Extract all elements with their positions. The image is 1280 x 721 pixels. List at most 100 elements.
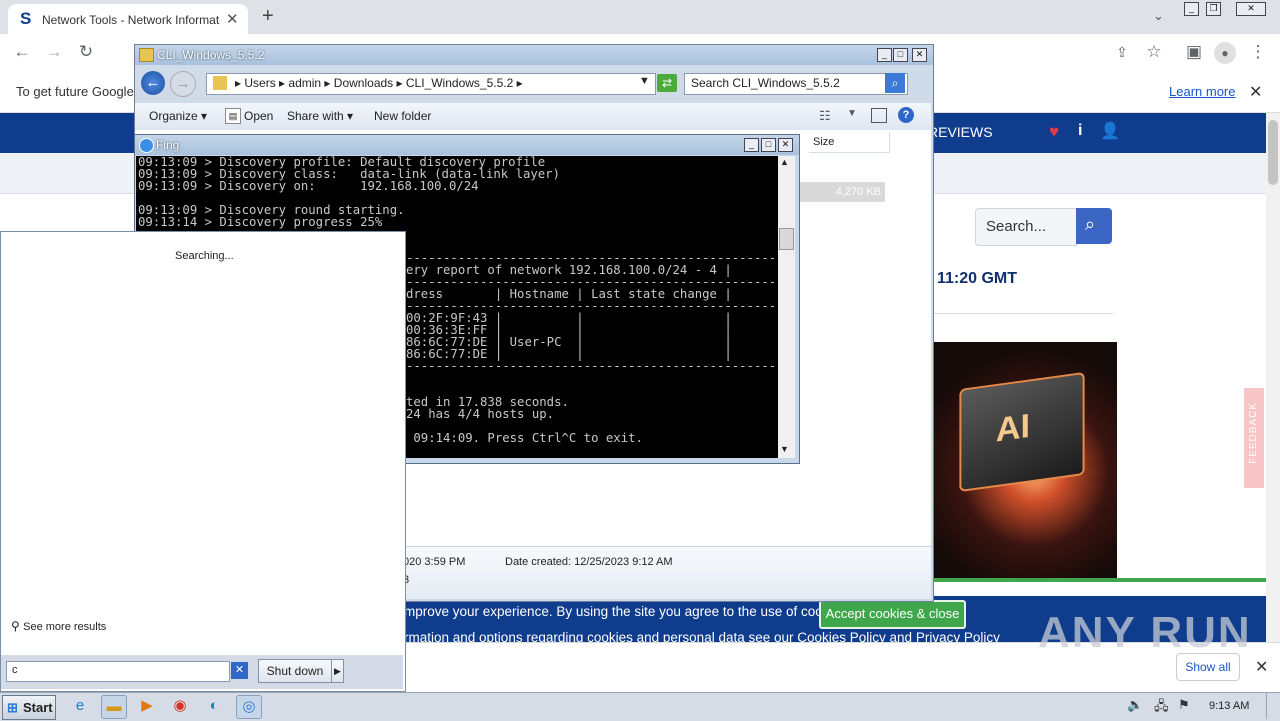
shutdown-options-icon[interactable]: ▶ [331, 659, 344, 683]
windows-logo-icon: ⊞ [7, 700, 18, 715]
see-more-results-link[interactable]: ⚲ See more results [11, 619, 106, 633]
explorer-close-icon[interactable]: ✕ [912, 48, 927, 62]
file-row-selected[interactable]: 4,270 KB [799, 182, 885, 202]
fing-app-icon [139, 138, 154, 153]
bookmark-star-icon[interactable]: ☆ [1140, 38, 1168, 66]
help-icon[interactable]: ? [898, 107, 914, 123]
breadcrumb-users[interactable]: Users [244, 76, 275, 90]
forward-icon[interactable]: → [40, 38, 68, 66]
profile-avatar-icon[interactable]: ● [1214, 42, 1236, 64]
open-icon: ▤ [225, 108, 241, 124]
edge-icon[interactable]: ◐ [202, 695, 226, 717]
address-dropdown-icon[interactable]: ▼ [639, 75, 650, 87]
browser-tab[interactable]: S Network Tools - Network Information ✕ [8, 4, 248, 34]
show-desktop-button[interactable] [1266, 693, 1279, 719]
explorer-search-icon[interactable]: ⌕ [885, 73, 905, 93]
explorer-address-bar[interactable]: ▸ Users ▸ admin ▸ Downloads ▸ CLI_Window… [206, 73, 656, 95]
view-dropdown-icon[interactable]: ▼ [847, 108, 857, 119]
fing-taskbar-icon[interactable]: ◎ [236, 695, 262, 719]
tab-search-chevron-icon[interactable]: ⌄ [1153, 8, 1164, 24]
preview-pane-icon[interactable] [871, 108, 887, 123]
action-center-flag-icon[interactable]: ⚑ [1178, 697, 1190, 713]
time-heading: 11:20 GMT [937, 270, 1018, 287]
explorer-command-bar: Organize ▾ ▤ Open Share with ▾ New folde… [135, 103, 931, 131]
explorer-maximize-icon[interactable]: □ [893, 48, 908, 62]
taskbar-clock[interactable]: 9:13 AM [1209, 700, 1249, 712]
site-search-button[interactable]: ⌕ [1076, 208, 1112, 244]
back-icon[interactable]: ← [8, 38, 36, 66]
info-icon[interactable]: i [1078, 122, 1082, 140]
console-scrollbar[interactable]: ▲ ▼ [778, 156, 795, 458]
accept-cookies-button[interactable]: Accept cookies & close [819, 600, 966, 629]
feedback-label: FEEDBACK [1248, 402, 1259, 464]
close-window-icon[interactable]: ✕ [1236, 2, 1266, 16]
feedback-tab[interactable]: FEEDBACK [1244, 388, 1264, 488]
clear-search-icon[interactable]: ✕ [231, 662, 248, 679]
explorer-breadcrumb[interactable]: ▸ Users ▸ admin ▸ Downloads ▸ CLI_Window… [235, 76, 523, 90]
column-header-size[interactable]: Size [809, 132, 890, 153]
learn-more-link[interactable]: Learn more [1169, 84, 1235, 99]
view-options-icon[interactable]: ☷ [819, 108, 831, 124]
user-icon[interactable]: 👤 [1100, 121, 1120, 141]
scroll-down-icon[interactable]: ▼ [780, 444, 789, 454]
taskbar [0, 692, 1280, 721]
breadcrumb-admin[interactable]: admin [288, 76, 321, 90]
refresh-icon[interactable]: ⇄ [657, 74, 677, 92]
volume-icon[interactable]: 🔈 [1127, 697, 1143, 713]
menu-kebab-icon[interactable]: ⋮ [1244, 38, 1272, 66]
address-folder-icon [213, 76, 227, 90]
side-panel-icon[interactable]: ▣ [1180, 38, 1208, 66]
start-search-query: c [12, 664, 18, 676]
heart-icon[interactable]: ♥ [1049, 122, 1059, 142]
explorer-forward-icon[interactable]: → [170, 71, 196, 97]
scrollbar-thumb[interactable] [1268, 120, 1278, 185]
anyrun-watermark: ANY RUN [1038, 608, 1252, 657]
scroll-up-icon[interactable]: ▲ [780, 157, 789, 167]
fing-maximize-icon[interactable]: □ [761, 138, 776, 152]
explorer-search-placeholder: Search CLI_Windows_5.5.2 [691, 76, 840, 90]
network-icon[interactable]: 🖧 [1154, 697, 1169, 719]
fing-titlebar[interactable]: Fing _ □ ✕ [135, 135, 799, 155]
new-tab-button[interactable]: + [262, 5, 274, 28]
start-button[interactable]: ⊞ Start [2, 695, 56, 720]
chrome-icon[interactable]: ◉ [168, 695, 192, 717]
minimize-icon[interactable]: _ [1184, 2, 1199, 16]
internet-explorer-icon[interactable]: e [68, 695, 92, 717]
breadcrumb-downloads[interactable]: Downloads [334, 76, 393, 90]
see-more-label: See more results [23, 621, 107, 633]
green-divider [933, 578, 1266, 582]
start-search-input[interactable]: c [6, 661, 230, 682]
breadcrumb-folder[interactable]: CLI_Windows_5.5.2 [406, 76, 513, 90]
site-search-input[interactable]: Search... [975, 208, 1077, 246]
fing-minimize-icon[interactable]: _ [744, 138, 759, 152]
page-scrollbar[interactable] [1266, 113, 1280, 643]
file-explorer-icon[interactable]: ▬ [101, 695, 127, 719]
share-icon[interactable]: ⇪ [1108, 38, 1136, 66]
media-player-icon[interactable]: ▶ [135, 695, 159, 717]
explorer-minimize-icon[interactable]: _ [877, 48, 892, 62]
start-menu: Searching... ⚲ See more results [0, 231, 406, 692]
reload-icon[interactable]: ↻ [72, 38, 100, 66]
share-with-label: Share with [287, 109, 344, 123]
magnifier-icon: ⚲ [11, 619, 20, 633]
open-button[interactable]: Open [244, 109, 273, 123]
infobar-text: To get future Google [16, 84, 134, 99]
shutdown-button[interactable]: Shut down [258, 659, 332, 683]
explorer-back-icon[interactable]: ← [141, 71, 165, 95]
console-scroll-thumb[interactable] [779, 228, 794, 250]
close-tab-icon[interactable]: ✕ [226, 10, 239, 28]
explorer-titlebar[interactable]: CLI_Windows_5.5.2 _ □ ✕ [135, 45, 933, 65]
start-label: Start [23, 700, 53, 715]
new-folder-button[interactable]: New folder [374, 109, 431, 123]
restore-icon[interactable]: ❐ [1206, 2, 1221, 16]
organize-menu[interactable]: Organize ▾ [149, 109, 207, 123]
fing-close-icon[interactable]: ✕ [778, 138, 793, 152]
hero-ai-label: AI [995, 407, 1031, 450]
share-with-menu[interactable]: Share with ▾ [287, 109, 353, 123]
nav-item-reviews[interactable]: REVIEWS [928, 124, 993, 140]
fing-title: Fing [156, 138, 180, 152]
explorer-search-input[interactable]: Search CLI_Windows_5.5.2 ⌕ [684, 73, 908, 95]
date-modified: 020 3:59 PM [403, 556, 466, 568]
close-download-bar-icon[interactable]: ✕ [1255, 657, 1268, 677]
close-infobar-icon[interactable]: ✕ [1249, 82, 1262, 102]
